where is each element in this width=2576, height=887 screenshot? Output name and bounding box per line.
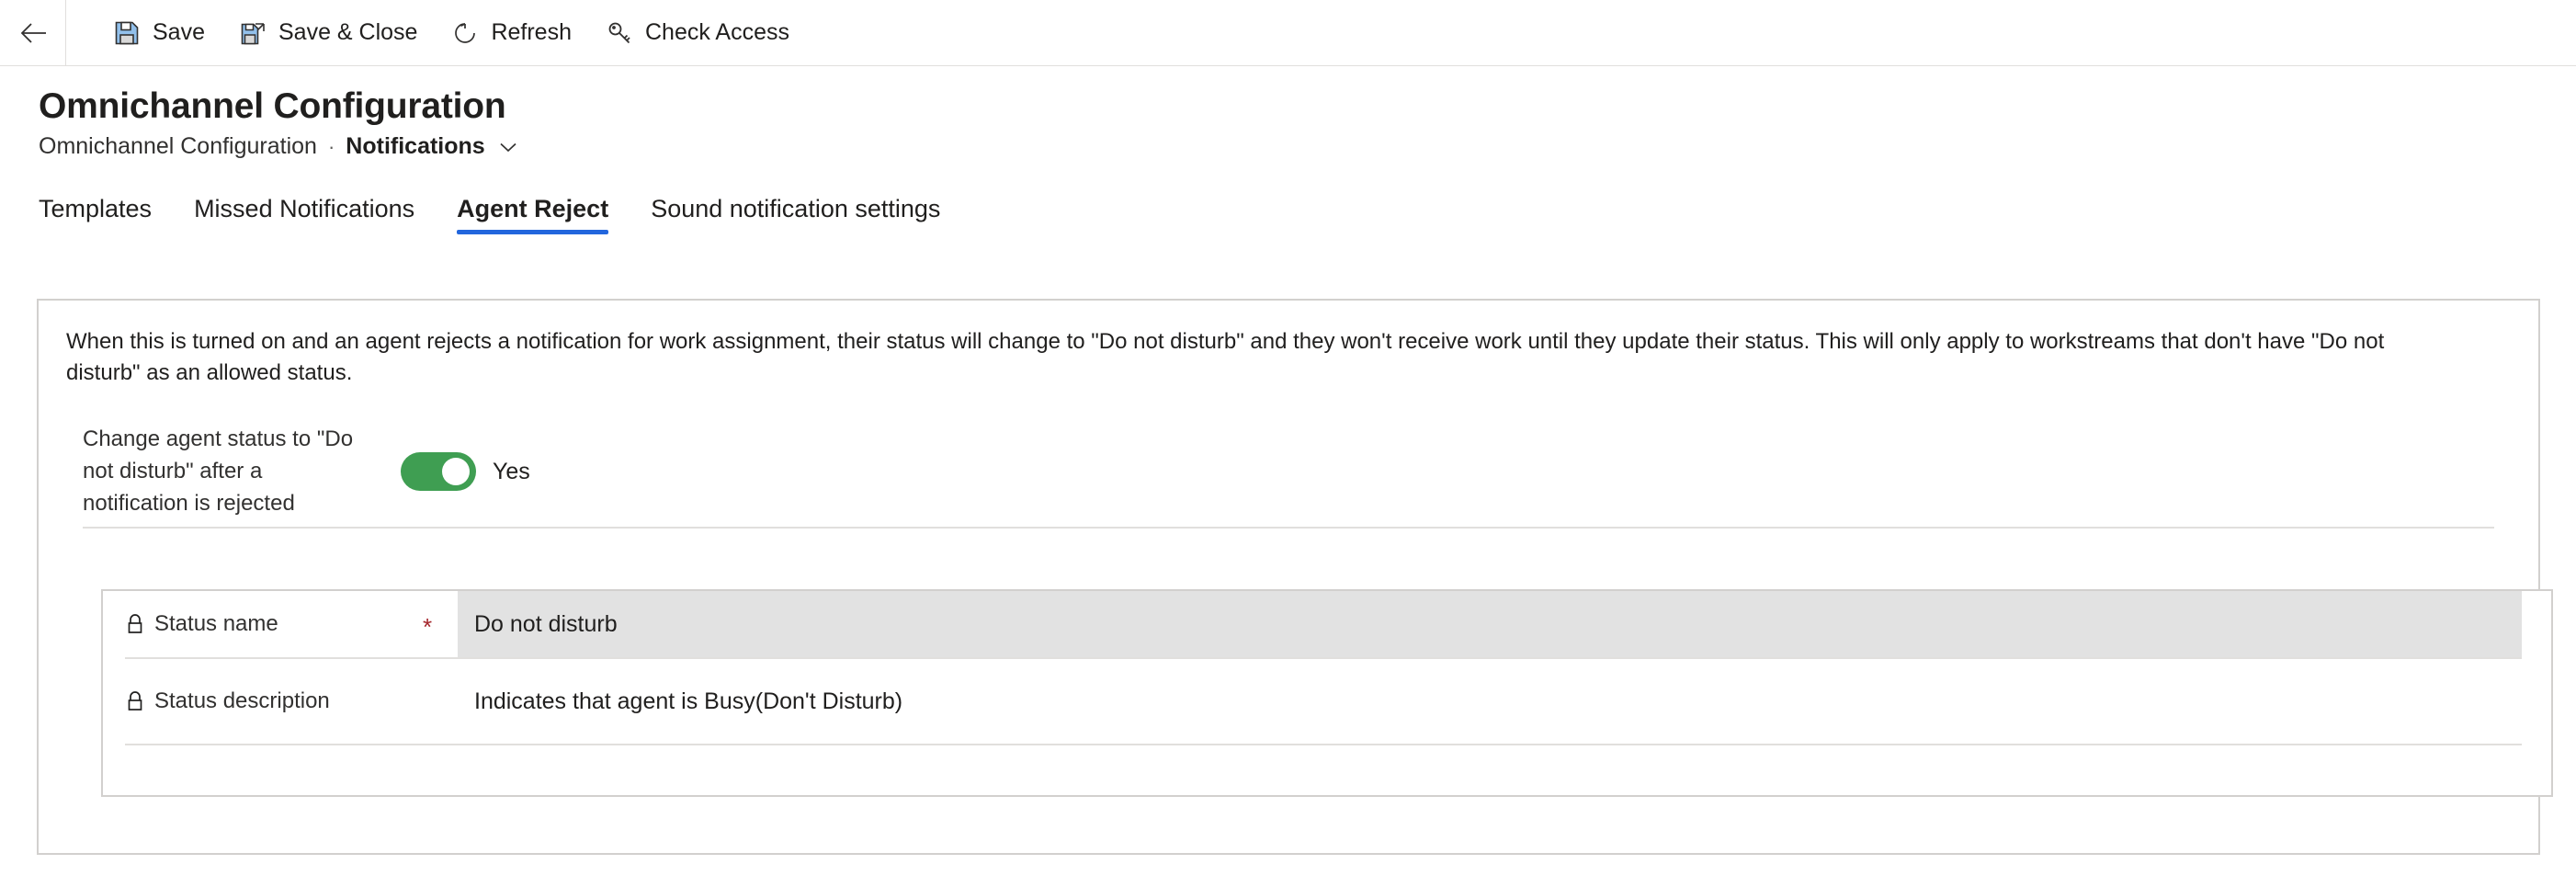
save-and-close-button[interactable]: Save & Close xyxy=(221,0,434,65)
check-access-button[interactable]: Check Access xyxy=(588,0,806,65)
page-header: Omnichannel Configuration Omnichannel Co… xyxy=(0,66,2576,159)
panel-description: When this is turned on and an agent reje… xyxy=(66,329,2385,386)
refresh-button[interactable]: Refresh xyxy=(434,0,588,65)
tab-missed-notifications[interactable]: Missed Notifications xyxy=(194,196,414,234)
change-agent-status-control: Yes xyxy=(401,452,530,492)
tab-bar: Templates Missed Notifications Agent Rej… xyxy=(0,183,2576,234)
status-description-label-cell: Status description xyxy=(103,659,423,744)
back-button[interactable] xyxy=(0,0,66,65)
change-agent-status-label: Change agent status to "Do not disturb" … xyxy=(83,426,354,516)
tab-agent-reject[interactable]: Agent Reject xyxy=(457,196,609,234)
command-bar-items: Save Save & Close Refresh Check Access xyxy=(66,0,806,65)
breadcrumb: Omnichannel Configuration · Notification… xyxy=(39,135,2576,159)
status-name-input[interactable]: Do not disturb xyxy=(458,591,2522,657)
save-and-close-button-label: Save & Close xyxy=(278,19,418,45)
inner-box-spacer xyxy=(103,745,2551,771)
page-title: Omnichannel Configuration xyxy=(39,86,506,126)
command-bar: Save Save & Close Refresh Check Access xyxy=(0,0,2576,66)
chevron-down-icon[interactable] xyxy=(496,135,520,159)
toggle-state-label: Yes xyxy=(493,458,530,484)
status-description-required-marker xyxy=(423,659,458,744)
save-button-label: Save xyxy=(153,19,205,45)
breadcrumb-current[interactable]: Notifications xyxy=(346,135,484,158)
status-description-input[interactable]: Indicates that agent is Busy(Don't Distu… xyxy=(458,659,2551,744)
tab-sound-notification-settings[interactable]: Sound notification settings xyxy=(651,196,940,234)
breadcrumb-separator: · xyxy=(327,134,335,158)
section-divider xyxy=(83,527,2494,529)
status-name-label-cell: Status name xyxy=(103,591,423,657)
status-description-label: Status description xyxy=(154,688,330,713)
arrow-left-icon xyxy=(17,17,49,49)
save-and-close-icon xyxy=(238,18,267,48)
tab-templates[interactable]: Templates xyxy=(39,196,152,234)
status-name-required-marker: * xyxy=(423,612,433,641)
status-name-label: Status name xyxy=(154,611,278,636)
check-access-button-label: Check Access xyxy=(645,19,790,45)
refresh-icon xyxy=(450,18,480,48)
save-button[interactable]: Save xyxy=(96,0,221,65)
lock-icon xyxy=(125,613,145,635)
agent-reject-panel: When this is turned on and an agent reje… xyxy=(37,299,2553,855)
lock-icon xyxy=(125,690,145,712)
key-icon xyxy=(605,18,634,48)
save-floppy-icon xyxy=(112,18,142,48)
change-agent-status-row: Change agent status to "Do not disturb" … xyxy=(39,389,2538,527)
status-name-row: Status name * Do not disturb xyxy=(103,591,2551,657)
refresh-button-label: Refresh xyxy=(491,19,572,45)
breadcrumb-parent[interactable]: Omnichannel Configuration xyxy=(39,135,317,158)
status-fields-box: Status name * Do not disturb Status desc… xyxy=(101,589,2553,797)
toggle-knob xyxy=(442,458,470,486)
status-description-row: Status description Indicates that agent … xyxy=(103,659,2551,744)
change-agent-status-toggle[interactable] xyxy=(401,452,476,492)
